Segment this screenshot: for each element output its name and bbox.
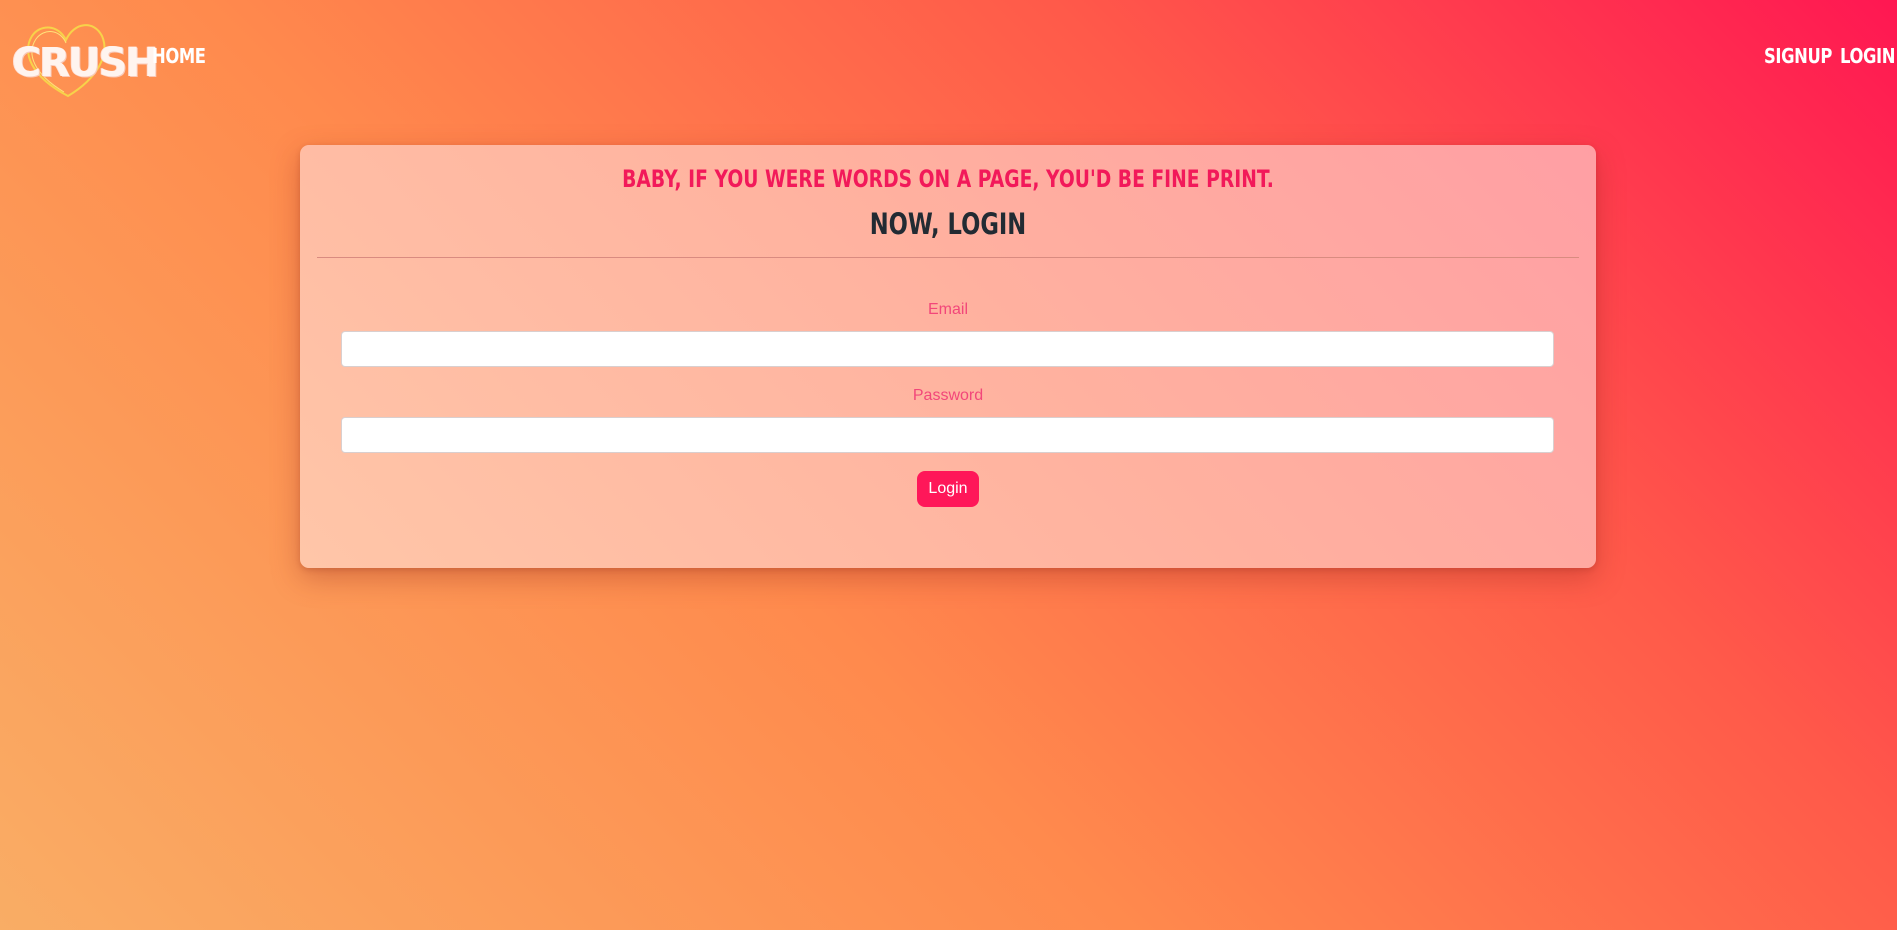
email-label: Email	[927, 301, 968, 318]
login-card: BABY, IF YOU WERE WORDS ON A PAGE, YOU'D…	[300, 145, 1596, 568]
password-field[interactable]	[341, 417, 1554, 453]
navbar: CRUSH HOME SIGNUP LOGIN	[0, 0, 1897, 115]
password-label: Password	[912, 387, 984, 404]
page-title: NOW, LOGIN	[869, 207, 1027, 241]
nav-home-link[interactable]: HOME	[152, 44, 206, 68]
divider	[317, 257, 1579, 258]
logo-text: CRUSH	[12, 40, 159, 86]
login-button[interactable]: Login	[917, 471, 979, 507]
logo[interactable]: CRUSH	[10, 12, 159, 102]
nav-signup-link[interactable]: SIGNUP	[1764, 44, 1832, 68]
nav-login-link[interactable]: LOGIN	[1840, 44, 1895, 68]
email-field[interactable]	[341, 331, 1554, 367]
pickup-line: BABY, IF YOU WERE WORDS ON A PAGE, YOU'D…	[622, 165, 1274, 193]
